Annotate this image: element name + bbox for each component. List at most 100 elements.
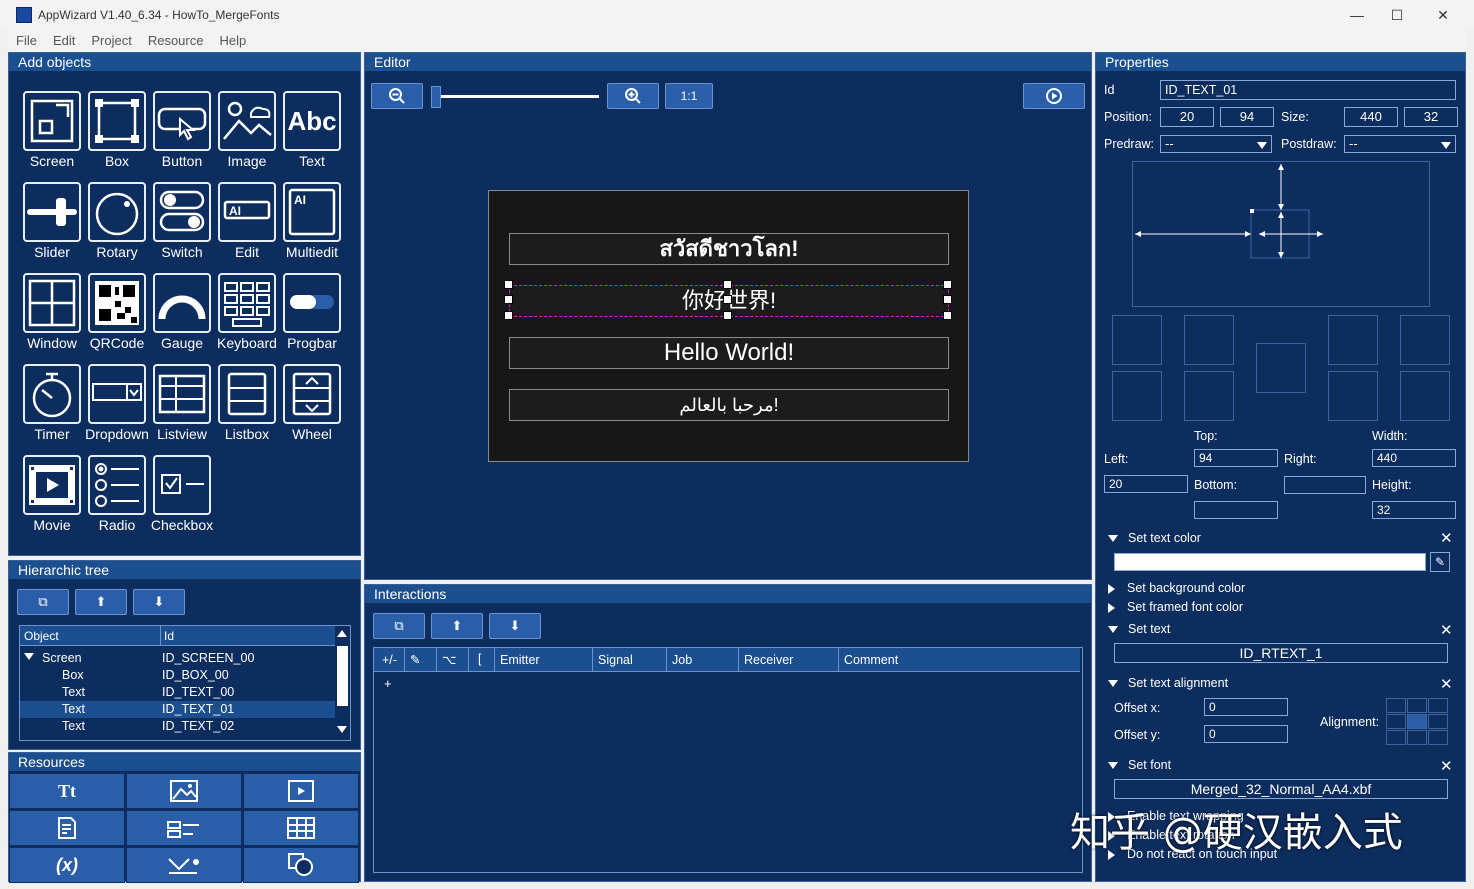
- menu-resource[interactable]: Resource: [140, 30, 212, 52]
- add-text-tile[interactable]: Abc Text: [281, 89, 341, 177]
- font-field[interactable]: Merged_32_Normal_AA4.xbf: [1114, 779, 1448, 799]
- resource-table-button[interactable]: [243, 810, 359, 846]
- bottom-spinbox[interactable]: [1194, 501, 1278, 519]
- thai-text[interactable]: สวัสดีชาวโลก!: [509, 233, 949, 265]
- add-image-tile[interactable]: Image: [216, 89, 276, 177]
- add-listview-tile[interactable]: Listview: [151, 362, 211, 450]
- arabic-text[interactable]: مرحبا بالعالم!: [509, 389, 949, 421]
- col-signal[interactable]: Signal: [598, 653, 633, 667]
- pencil-icon[interactable]: ✎: [410, 652, 420, 667]
- postdraw-dropdown[interactable]: --: [1344, 135, 1456, 153]
- resource-shapes-button[interactable]: [243, 847, 359, 883]
- col-receiver[interactable]: Receiver: [744, 653, 793, 667]
- size-w-input[interactable]: 440: [1344, 107, 1398, 127]
- set-framed-color-section[interactable]: Set framed font color: [1108, 600, 1243, 614]
- anchor-top-left-button[interactable]: [1112, 315, 1162, 365]
- set-text-section[interactable]: Set text: [1108, 622, 1170, 636]
- anchor-top-center-button[interactable]: [1184, 315, 1234, 365]
- add-qrcode-tile[interactable]: QRCode: [86, 271, 146, 359]
- set-font-section[interactable]: Set font: [1108, 758, 1171, 772]
- alignment-cell[interactable]: [1386, 714, 1406, 729]
- text-id-field[interactable]: ID_RTEXT_1: [1114, 643, 1448, 663]
- alignment-cell[interactable]: [1407, 714, 1427, 729]
- add-slider-tile[interactable]: Slider: [21, 180, 81, 268]
- resource-vars-button[interactable]: (x): [9, 847, 125, 883]
- add-progbar-tile[interactable]: Progbar: [281, 271, 341, 359]
- alignment-cell[interactable]: [1428, 698, 1448, 713]
- tree-row-text-00[interactable]: Text ID_TEXT_00: [20, 684, 336, 701]
- tree-row-screen[interactable]: Screen ID_SCREEN_00: [20, 650, 336, 667]
- predraw-dropdown[interactable]: --: [1160, 135, 1272, 153]
- top-spinbox[interactable]: 94: [1194, 449, 1278, 467]
- add-rotary-tile[interactable]: Rotary: [86, 180, 146, 268]
- col-job[interactable]: Job: [672, 653, 692, 667]
- interaction-move-down-button[interactable]: ⬇: [489, 613, 541, 639]
- resize-handle[interactable]: [504, 295, 513, 304]
- tree-move-up-button[interactable]: ⬆: [75, 589, 127, 615]
- resource-text-button[interactable]: [9, 810, 125, 846]
- interaction-add-button[interactable]: ⧉: [373, 613, 425, 639]
- tree-col-object[interactable]: Object: [24, 629, 59, 643]
- alignment-cell[interactable]: [1428, 730, 1448, 745]
- alignment-cell[interactable]: [1386, 698, 1406, 713]
- resource-fonts-button[interactable]: Tt: [9, 773, 125, 809]
- alignment-cell[interactable]: [1407, 698, 1427, 713]
- anchor-bottom-right-button[interactable]: [1328, 371, 1378, 421]
- interaction-move-up-button[interactable]: ⬆: [431, 613, 483, 639]
- menu-project[interactable]: Project: [83, 30, 139, 52]
- tree-row-box[interactable]: Box ID_BOX_00: [20, 667, 336, 684]
- resize-handle[interactable]: [723, 295, 732, 304]
- resize-handle[interactable]: [504, 311, 513, 320]
- color-picker-icon[interactable]: ✎: [1430, 552, 1450, 572]
- remove-font-icon[interactable]: ✕: [1440, 757, 1453, 775]
- add-timer-tile[interactable]: Timer: [21, 362, 81, 450]
- english-text[interactable]: Hello World!: [509, 337, 949, 369]
- width-spinbox[interactable]: 440: [1372, 449, 1456, 467]
- add-interaction-row[interactable]: +: [384, 676, 392, 691]
- tree-row-text-02[interactable]: Text ID_TEXT_02: [20, 718, 336, 735]
- set-text-alignment-section[interactable]: Set text alignment: [1108, 676, 1228, 690]
- col-comment[interactable]: Comment: [844, 653, 898, 667]
- alignment-cell[interactable]: [1428, 714, 1448, 729]
- tree-add-button[interactable]: ⧉: [17, 589, 69, 615]
- tree-scrollbar[interactable]: [335, 626, 350, 740]
- anchor-bottom-left-button[interactable]: [1112, 371, 1162, 421]
- remove-set-text-icon[interactable]: ✕: [1440, 621, 1453, 639]
- left-spinbox[interactable]: 20: [1104, 475, 1188, 493]
- col-plusminus[interactable]: +/-: [382, 653, 397, 667]
- set-background-color-section[interactable]: Set background color: [1108, 581, 1245, 595]
- resize-handle[interactable]: [504, 280, 513, 289]
- branch-icon[interactable]: ⌥: [442, 652, 456, 667]
- add-radio-tile[interactable]: Radio: [86, 453, 146, 541]
- set-text-color-section[interactable]: Set text color: [1108, 531, 1458, 545]
- anchor-bottom-full-button[interactable]: [1400, 371, 1450, 421]
- tree-row-text-01[interactable]: Text ID_TEXT_01: [20, 701, 336, 718]
- resize-handle[interactable]: [943, 311, 952, 320]
- menu-help[interactable]: Help: [211, 30, 254, 52]
- add-wheel-tile[interactable]: Wheel: [281, 362, 341, 450]
- offset-x-spinbox[interactable]: 0: [1204, 698, 1288, 716]
- size-h-input[interactable]: 32: [1404, 107, 1458, 127]
- tree-move-down-button[interactable]: ⬇: [133, 589, 185, 615]
- anchor-center-button[interactable]: [1256, 343, 1306, 393]
- zoom-slider[interactable]: [431, 83, 603, 109]
- add-window-tile[interactable]: Window: [21, 271, 81, 359]
- anchor-top-full-button[interactable]: [1400, 315, 1450, 365]
- add-multiedit-tile[interactable]: AI Multiedit: [281, 180, 341, 268]
- resource-variables-button[interactable]: [126, 810, 242, 846]
- col-bracket[interactable]: [: [478, 652, 481, 666]
- add-movie-tile[interactable]: Movie: [21, 453, 81, 541]
- id-input[interactable]: ID_TEXT_01: [1160, 80, 1456, 100]
- pos-y-input[interactable]: 94: [1220, 107, 1274, 127]
- remove-text-color-icon[interactable]: ✕: [1440, 529, 1453, 547]
- zoom-reset-button[interactable]: 1:1: [665, 83, 713, 109]
- zoom-in-button[interactable]: [607, 83, 659, 109]
- resize-handle[interactable]: [943, 295, 952, 304]
- add-switch-tile[interactable]: Switch: [151, 180, 211, 268]
- add-dropdown-tile[interactable]: Dropdown: [85, 362, 149, 450]
- add-checkbox-tile[interactable]: Checkbox: [151, 453, 213, 541]
- right-spinbox[interactable]: [1284, 476, 1366, 494]
- resource-images-button[interactable]: [126, 773, 242, 809]
- play-button[interactable]: [1023, 83, 1085, 109]
- pos-x-input[interactable]: 20: [1160, 107, 1214, 127]
